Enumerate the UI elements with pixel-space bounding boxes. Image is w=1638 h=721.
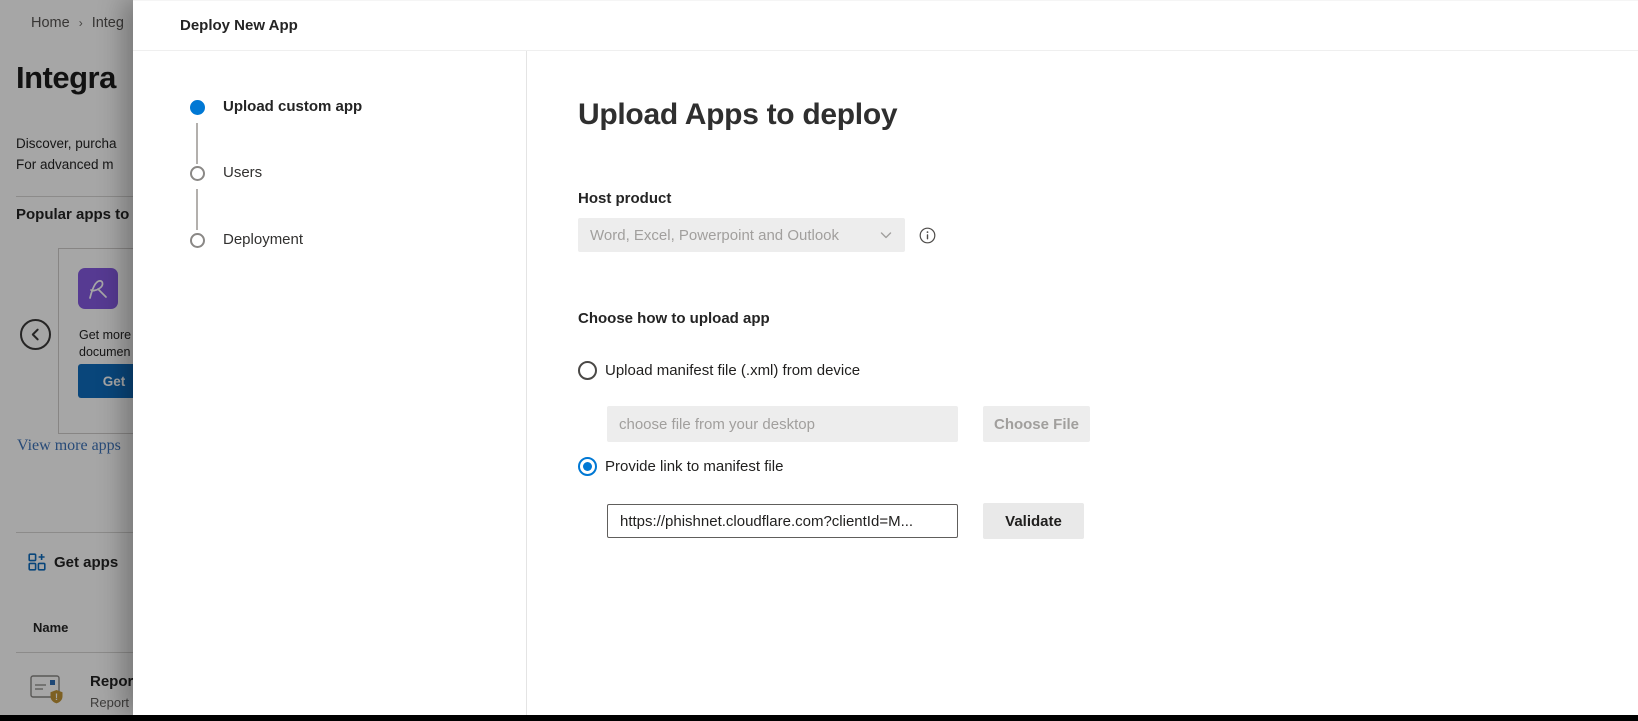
radio-selected-icon[interactable] xyxy=(578,457,597,476)
info-icon xyxy=(919,227,936,244)
host-product-label: Host product xyxy=(578,190,671,207)
provide-link-option[interactable]: Provide link to manifest file xyxy=(578,457,783,476)
manifest-file-input xyxy=(607,406,958,442)
upload-apps-content: Upload Apps to deploy Host product Word,… xyxy=(527,51,1638,715)
upload-manifest-option[interactable]: Upload manifest file (.xml) from device xyxy=(578,361,860,380)
step-label-deployment: Deployment xyxy=(223,231,303,248)
step-indicator-deployment xyxy=(190,233,205,248)
panel-header: Deploy New App xyxy=(133,1,1638,51)
step-connector xyxy=(196,189,198,230)
panel-title: Deploy New App xyxy=(180,17,298,34)
choose-file-button: Choose File xyxy=(983,406,1090,442)
validate-button[interactable]: Validate xyxy=(983,503,1084,539)
upload-manifest-label: Upload manifest file (.xml) from device xyxy=(605,362,860,379)
content-heading: Upload Apps to deploy xyxy=(578,98,897,132)
panel-body: Upload custom app Users Deployment Uploa… xyxy=(133,51,1638,715)
step-connector xyxy=(196,123,198,164)
chevron-down-icon xyxy=(879,228,893,242)
step-indicator-upload-custom-app xyxy=(190,100,205,115)
wizard-steps: Upload custom app Users Deployment xyxy=(133,51,527,715)
deploy-new-app-panel: Deploy New App Upload custom app Users D… xyxy=(133,0,1638,715)
manifest-file-row: Choose File xyxy=(607,406,1090,442)
choose-upload-heading: Choose how to upload app xyxy=(578,310,770,327)
step-label-upload-custom-app: Upload custom app xyxy=(223,98,362,115)
radio-unselected-icon[interactable] xyxy=(578,361,597,380)
provide-link-label: Provide link to manifest file xyxy=(605,458,783,475)
manifest-link-row: Validate xyxy=(607,503,1084,539)
manifest-link-input[interactable] xyxy=(607,504,958,538)
step-label-users: Users xyxy=(223,164,262,181)
host-product-row: Word, Excel, Powerpoint and Outlook xyxy=(578,218,936,252)
host-product-dropdown: Word, Excel, Powerpoint and Outlook xyxy=(578,218,905,252)
bottom-black-bar xyxy=(0,715,1638,721)
host-product-info-button[interactable] xyxy=(919,227,936,244)
host-product-value: Word, Excel, Powerpoint and Outlook xyxy=(590,227,879,244)
step-indicator-users xyxy=(190,166,205,181)
